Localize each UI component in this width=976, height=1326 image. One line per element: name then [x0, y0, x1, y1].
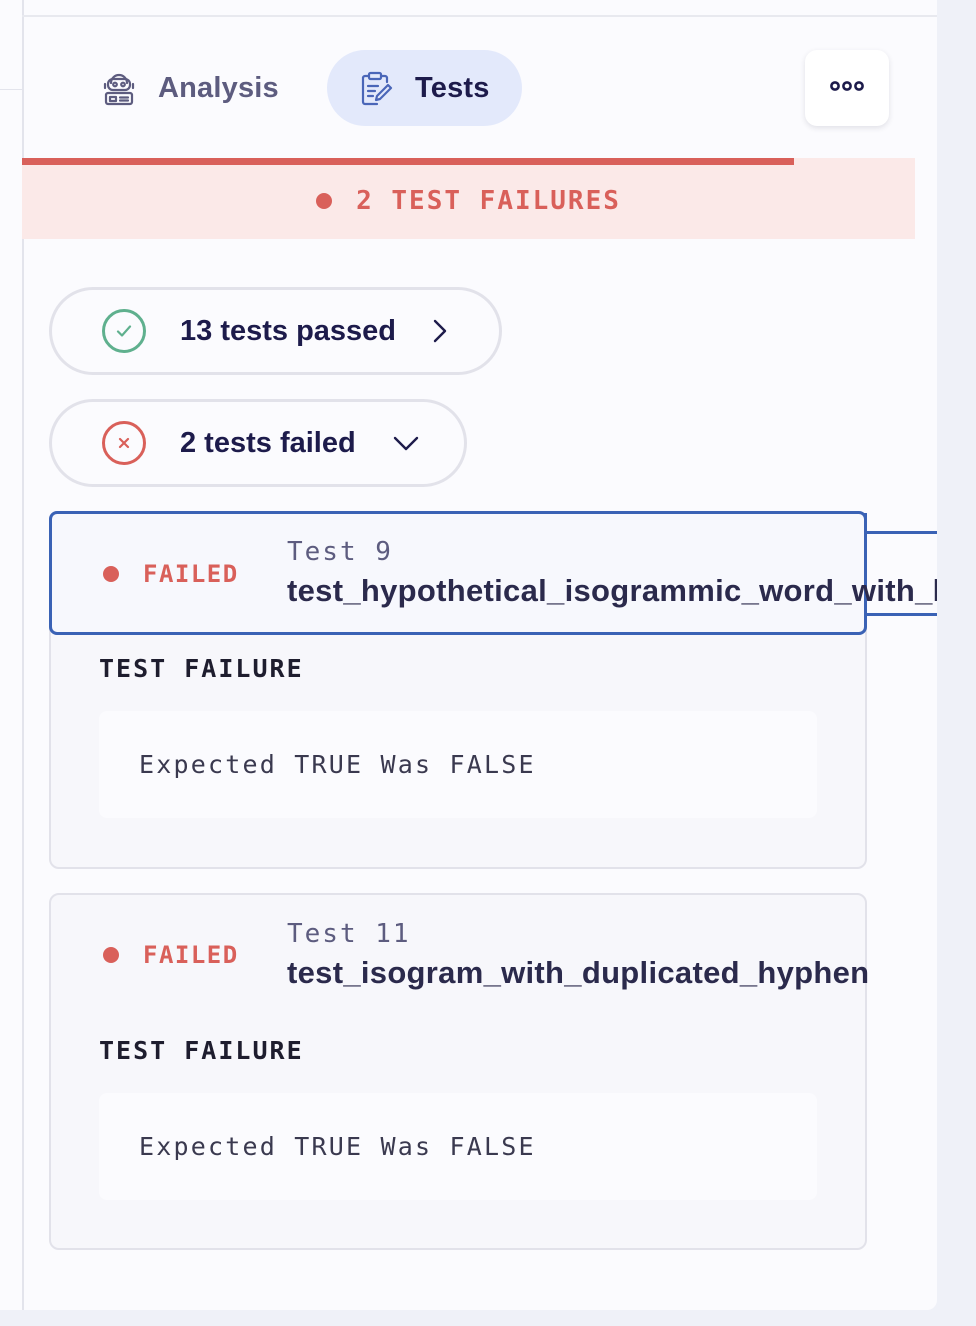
chevron-down-icon [391, 430, 421, 456]
failure-message-box: Expected TRUE Was FALSE [99, 1093, 817, 1200]
failed-status-label: FAILED [143, 941, 239, 969]
failed-status-label: FAILED [143, 560, 239, 588]
tab-analysis[interactable]: Analysis [82, 50, 302, 126]
test-failure-title: TEST FAILURE [99, 1036, 304, 1065]
more-options-icon [830, 79, 864, 97]
tests-failed-toggle[interactable]: 2 tests failed [49, 399, 467, 487]
test-progress-bar [22, 158, 794, 165]
test-number: Test 9 [287, 537, 393, 567]
top-divider [22, 15, 937, 17]
failure-message: Expected TRUE Was FALSE [139, 1132, 536, 1161]
test-name-clip: test_hypothetical_isogrammic_word_with_h… [287, 570, 937, 620]
more-options-button[interactable] [805, 50, 889, 126]
test-name: test_hypothetical_isogrammic_word_with_h… [287, 573, 937, 608]
test-number: Test 11 [287, 919, 411, 949]
tests-failed-label: 2 tests failed [180, 426, 356, 459]
tab-analysis-label: Analysis [158, 71, 279, 104]
failed-status-dot [103, 566, 119, 582]
failure-message: Expected TRUE Was FALSE [139, 750, 536, 779]
test-failure-title: TEST FAILURE [99, 654, 304, 683]
failures-banner-text: 2 TEST FAILURES [356, 185, 621, 216]
status-dot [316, 192, 333, 209]
robot-icon [100, 69, 138, 107]
check-circle-icon [102, 309, 146, 353]
test-name-clip: test_isogram_with_duplicated_hyphen [287, 952, 937, 1002]
x-circle-icon [102, 421, 146, 465]
tab-tests-label: Tests [415, 71, 490, 104]
left-sidebar-edge [0, 0, 24, 1310]
tests-panel: Analysis Tests 2 TEST FAILURES 13 tests … [0, 0, 937, 1310]
failure-message-box: Expected TRUE Was FALSE [99, 711, 817, 818]
chevron-right-icon [426, 318, 452, 344]
focus-outline [864, 531, 937, 534]
tests-passed-label: 13 tests passed [180, 314, 397, 347]
failed-status-dot [103, 947, 119, 963]
test-name: test_isogram_with_duplicated_hyphen [287, 955, 870, 990]
tests-passed-toggle[interactable]: 13 tests passed [49, 287, 502, 375]
tab-tests[interactable]: Tests [327, 50, 522, 126]
clipboard-edit-icon [357, 69, 395, 107]
failures-banner: 2 TEST FAILURES [22, 158, 915, 239]
